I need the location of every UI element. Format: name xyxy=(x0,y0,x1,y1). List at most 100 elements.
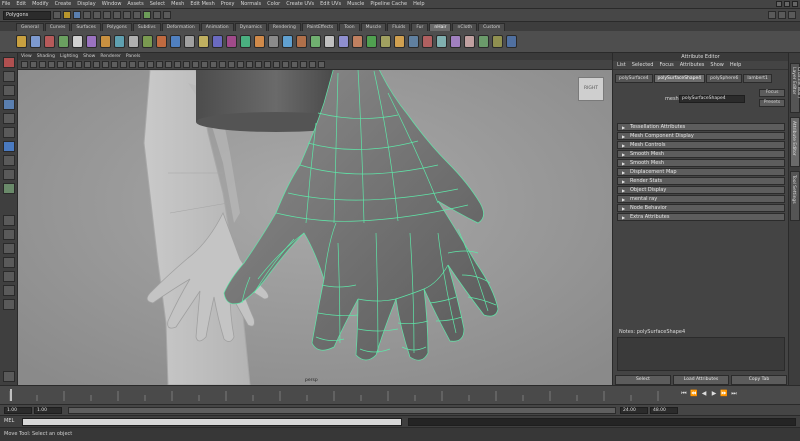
shelf-button-icon[interactable] xyxy=(366,35,377,48)
attr-section-displacement-map[interactable]: ▶ Displacement Map xyxy=(617,168,785,176)
notes-textarea[interactable] xyxy=(617,337,785,371)
shelf-button-icon[interactable] xyxy=(422,35,433,48)
menu-create-uvs[interactable]: Create UVs xyxy=(286,1,314,7)
shelf-button-icon[interactable] xyxy=(352,35,363,48)
shelf-tab-surfaces[interactable]: Surfaces xyxy=(71,23,101,31)
panel-tool-icon[interactable] xyxy=(318,61,325,68)
panel-tool-icon[interactable] xyxy=(165,61,172,68)
presets-button[interactable]: Presets xyxy=(759,99,785,107)
select-object-icon[interactable] xyxy=(93,11,101,19)
panel-tool-icon[interactable] xyxy=(237,61,244,68)
range-slider-track[interactable] xyxy=(68,407,616,414)
shelf-button-icon[interactable] xyxy=(198,35,209,48)
menu-mesh[interactable]: Mesh xyxy=(171,1,184,7)
channel-box-toggle-icon[interactable] xyxy=(768,11,776,19)
shelf-button-icon[interactable] xyxy=(100,35,111,48)
shelf-tab-ncloth[interactable]: nCloth xyxy=(452,23,478,31)
attr-section-object-display[interactable]: ▶ Object Display xyxy=(617,186,785,194)
soft-modification-tool-icon[interactable] xyxy=(3,155,15,166)
focus-button[interactable]: Focus xyxy=(759,89,785,97)
last-tool-icon[interactable] xyxy=(3,183,15,194)
shelf-button-icon[interactable] xyxy=(212,35,223,48)
shelf-button-icon[interactable] xyxy=(408,35,419,48)
shelf-button-icon[interactable] xyxy=(338,35,349,48)
panel-tool-icon[interactable] xyxy=(102,61,109,68)
shelf-button-icon[interactable] xyxy=(72,35,83,48)
save-scene-icon[interactable] xyxy=(73,11,81,19)
panel-tool-icon[interactable] xyxy=(264,61,271,68)
panel-tool-icon[interactable] xyxy=(57,61,64,68)
shelf-button-icon[interactable] xyxy=(226,35,237,48)
layout-persp-outliner-icon[interactable] xyxy=(3,271,15,282)
panel-tool-icon[interactable] xyxy=(84,61,91,68)
menu-file[interactable]: File xyxy=(2,1,10,7)
time-slider[interactable]: ⏮ ⏪ ◀ ▶ ⏩ ⏭ xyxy=(0,385,800,404)
shelf-tab-polygons[interactable]: Polygons xyxy=(101,23,132,31)
panel-tool-icon[interactable] xyxy=(21,61,28,68)
menu-muscle[interactable]: Muscle xyxy=(347,1,364,7)
ae-menu-show[interactable]: Show xyxy=(710,62,724,68)
panel-menu-shading[interactable]: Shading xyxy=(37,54,55,59)
go-to-start-icon[interactable]: ⏮ xyxy=(680,390,688,398)
start-time-field[interactable]: 1.00 xyxy=(4,407,32,414)
lasso-tool-icon[interactable] xyxy=(3,71,15,82)
scale-tool-icon[interactable] xyxy=(3,127,15,138)
load-attributes-button[interactable]: Load Attributes xyxy=(673,375,729,385)
attr-section-render-stats[interactable]: ▶ Render Stats xyxy=(617,177,785,185)
menu-window[interactable]: Window xyxy=(102,1,122,7)
close-icon[interactable] xyxy=(792,1,798,7)
shelf-tab-fluids[interactable]: Fluids xyxy=(387,23,411,31)
maximize-icon[interactable] xyxy=(784,1,790,7)
shelf-button-icon[interactable] xyxy=(44,35,55,48)
shelf-button-icon[interactable] xyxy=(506,35,517,48)
shelf-button-icon[interactable] xyxy=(492,35,503,48)
layout-persp-graph-icon[interactable] xyxy=(3,257,15,268)
menu-normals[interactable]: Normals xyxy=(240,1,261,7)
shelf-tab-animation[interactable]: Animation xyxy=(200,23,234,31)
universal-manipulator-icon[interactable] xyxy=(3,141,15,152)
shelf-tab-deformation[interactable]: Deformation xyxy=(161,23,200,31)
current-frame-marker[interactable] xyxy=(10,389,12,401)
menu-assets[interactable]: Assets xyxy=(127,1,143,7)
panel-tool-icon[interactable] xyxy=(282,61,289,68)
menu-pipeline-cache[interactable]: Pipeline Cache xyxy=(370,1,407,7)
ae-menu-list[interactable]: List xyxy=(617,62,626,68)
node-name-field[interactable]: polySurfaceShape4 xyxy=(679,95,745,103)
snap-point-icon[interactable] xyxy=(133,11,141,19)
range-start-field[interactable]: 1.00 xyxy=(34,407,62,414)
menu-proxy[interactable]: Proxy xyxy=(221,1,235,7)
shelf-button-icon[interactable] xyxy=(170,35,181,48)
panel-tool-icon[interactable] xyxy=(75,61,82,68)
menu-edit-mesh[interactable]: Edit Mesh xyxy=(190,1,214,7)
panel-tool-icon[interactable] xyxy=(309,61,316,68)
layout-four-pane-icon[interactable] xyxy=(3,229,15,240)
play-back-icon[interactable]: ◀ xyxy=(700,390,708,398)
shelf-tab-painteffects[interactable]: PaintEffects xyxy=(301,23,339,31)
shelf-tab-subdivs[interactable]: Subdivs xyxy=(132,23,161,31)
shelf-button-icon[interactable] xyxy=(282,35,293,48)
open-scene-icon[interactable] xyxy=(63,11,71,19)
menu-modify[interactable]: Modify xyxy=(32,1,49,7)
menu-set-dropdown[interactable]: Polygons xyxy=(3,10,51,20)
layout-single-pane-icon[interactable] xyxy=(3,215,15,226)
shelf-button-icon[interactable] xyxy=(184,35,195,48)
new-scene-icon[interactable] xyxy=(53,11,61,19)
attr-section-extra-attributes[interactable]: ▶ Extra Attributes xyxy=(617,213,785,221)
shelf-button-icon[interactable] xyxy=(478,35,489,48)
panel-tool-icon[interactable] xyxy=(138,61,145,68)
panel-tool-icon[interactable] xyxy=(39,61,46,68)
shelf-tab-custom[interactable]: Custom xyxy=(478,23,506,31)
side-tab-attribute-editor[interactable]: Attribute Editor xyxy=(790,117,800,167)
rotate-tool-icon[interactable] xyxy=(3,113,15,124)
render-frame-icon[interactable] xyxy=(143,11,151,19)
panel-tool-icon[interactable] xyxy=(291,61,298,68)
snap-grid-icon[interactable] xyxy=(113,11,121,19)
shelf-tab-toon[interactable]: Toon xyxy=(339,23,360,31)
shelf-tab-rendering[interactable]: Rendering xyxy=(267,23,301,31)
panel-tool-icon[interactable] xyxy=(210,61,217,68)
panel-tool-icon[interactable] xyxy=(66,61,73,68)
shelf-button-icon[interactable] xyxy=(254,35,265,48)
shelf-tab-curves[interactable]: Curves xyxy=(44,23,71,31)
menu-create[interactable]: Create xyxy=(55,1,72,7)
panel-menu-show[interactable]: Show xyxy=(83,54,95,59)
